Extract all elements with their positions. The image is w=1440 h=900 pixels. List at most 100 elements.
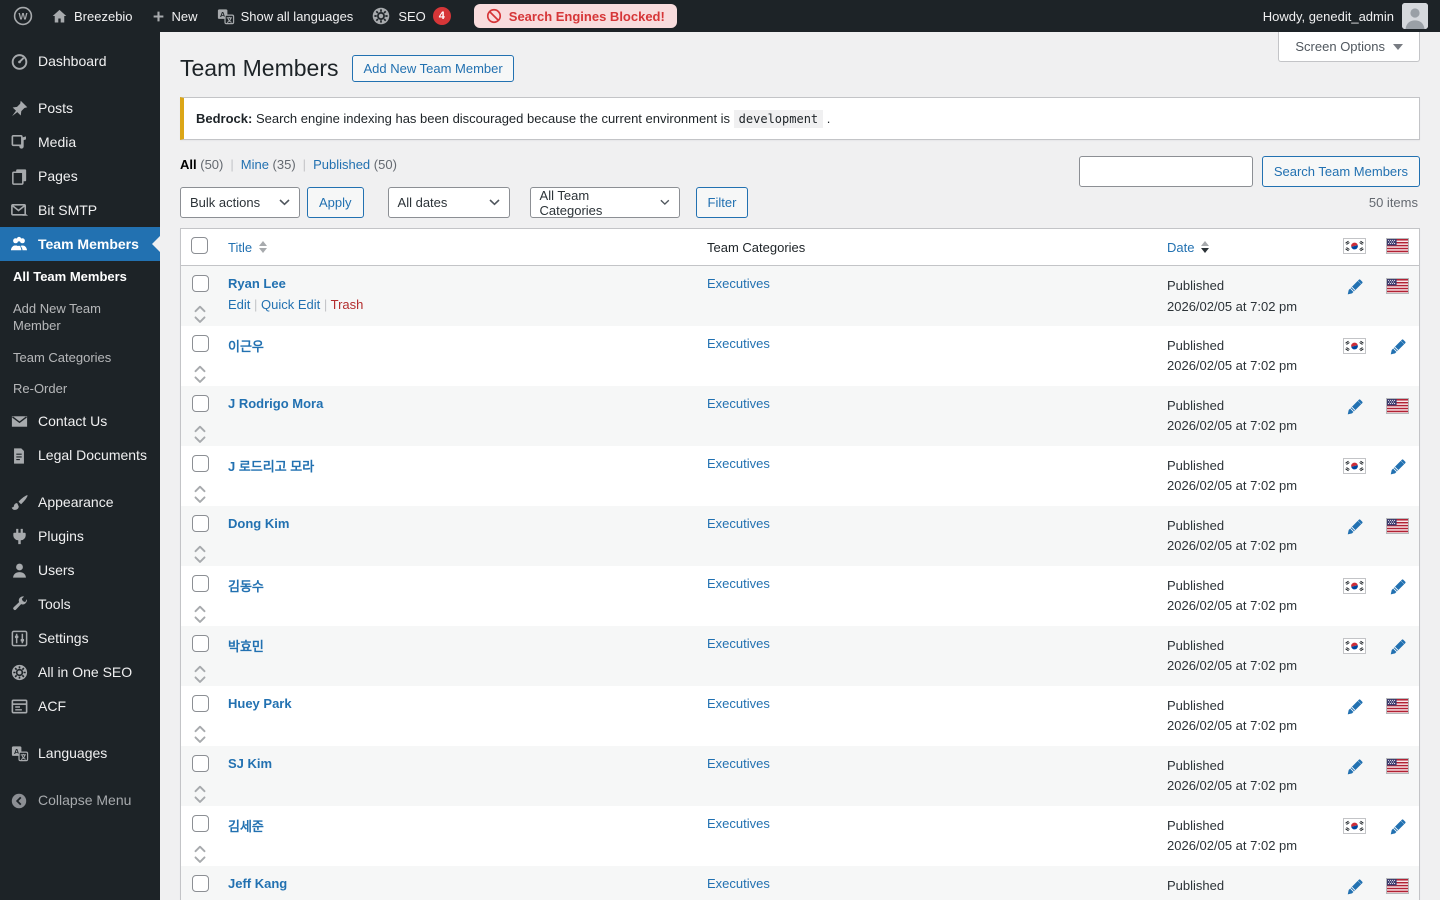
row-checkbox[interactable]: [192, 455, 209, 472]
category-link[interactable]: Executives: [707, 756, 770, 771]
view-published[interactable]: Published: [313, 157, 370, 172]
edit-translation-icon[interactable]: [1345, 398, 1364, 417]
sidebar-item-dashboard[interactable]: Dashboard: [0, 44, 160, 78]
select-all-checkbox[interactable]: [191, 237, 208, 254]
show-all-languages-menu[interactable]: A Show all languages: [207, 0, 363, 32]
row-title-link[interactable]: Huey Park: [228, 696, 292, 711]
screen-options-button[interactable]: Screen Options: [1278, 32, 1420, 62]
reorder-handle[interactable]: [193, 724, 218, 745]
sidebar-item-posts[interactable]: Posts: [0, 91, 160, 125]
sidebar-item-bit-smtp[interactable]: Bit SMTP: [0, 193, 160, 227]
sidebar-item-legal-documents[interactable]: Legal Documents: [0, 439, 160, 473]
add-new-team-member-button[interactable]: Add New Team Member: [352, 55, 513, 82]
filter-button[interactable]: Filter: [696, 187, 749, 218]
row-title-link[interactable]: Dong Kim: [228, 516, 289, 531]
reorder-handle[interactable]: [193, 784, 218, 805]
row-title-link[interactable]: J 로드리고 모라: [228, 459, 314, 474]
sidebar-subitem-re-order[interactable]: Re-Order: [0, 373, 160, 405]
row-checkbox[interactable]: [192, 515, 209, 532]
row-checkbox[interactable]: [192, 695, 209, 712]
seo-menu[interactable]: SEO 4: [362, 0, 459, 32]
edit-translation-icon[interactable]: [1345, 878, 1364, 897]
reorder-handle[interactable]: [193, 844, 218, 865]
row-checkbox[interactable]: [192, 635, 209, 652]
sidebar-subitem-all-team-members[interactable]: All Team Members: [0, 261, 160, 293]
edit-translation-icon[interactable]: [1388, 458, 1407, 477]
row-title-link[interactable]: 박효민: [228, 639, 264, 654]
sidebar-item-acf[interactable]: ACF: [0, 690, 160, 724]
sidebar-item-all-in-one-seo[interactable]: All in One SEO: [0, 656, 160, 690]
team-categories-select[interactable]: All Team Categories: [530, 187, 680, 218]
category-link[interactable]: Executives: [707, 876, 770, 891]
row-checkbox[interactable]: [192, 335, 209, 352]
sidebar-item-pages[interactable]: Pages: [0, 159, 160, 193]
new-content-menu[interactable]: New: [142, 0, 207, 32]
sort-by-date[interactable]: Date: [1167, 240, 1209, 255]
apply-button[interactable]: Apply: [307, 187, 364, 218]
sidebar-item-tools[interactable]: Tools: [0, 588, 160, 622]
row-title-link[interactable]: J Rodrigo Mora: [228, 396, 323, 411]
category-link[interactable]: Executives: [707, 456, 770, 471]
search-input[interactable]: [1079, 156, 1253, 187]
wordpress-logo[interactable]: W: [4, 0, 42, 32]
edit-translation-icon[interactable]: [1388, 818, 1407, 837]
row-title-link[interactable]: SJ Kim: [228, 756, 272, 771]
category-link[interactable]: Executives: [707, 276, 770, 291]
reorder-handle[interactable]: [193, 544, 218, 565]
sidebar-item-collapse-menu[interactable]: Collapse Menu: [0, 784, 160, 818]
row-title-link[interactable]: 김동수: [228, 579, 264, 594]
site-menu[interactable]: Breezebio: [42, 0, 142, 32]
category-link[interactable]: Executives: [707, 816, 770, 831]
row-checkbox[interactable]: [192, 275, 209, 292]
sidebar-item-settings[interactable]: Settings: [0, 622, 160, 656]
row-checkbox[interactable]: [192, 755, 209, 772]
sidebar-item-appearance[interactable]: Appearance: [0, 486, 160, 520]
reorder-handle[interactable]: [193, 604, 218, 625]
search-team-members-button[interactable]: Search Team Members: [1262, 156, 1420, 187]
edit-translation-icon[interactable]: [1345, 518, 1364, 537]
category-link[interactable]: Executives: [707, 636, 770, 651]
bulk-actions-select[interactable]: Bulk actions: [180, 187, 300, 218]
edit-translation-icon[interactable]: [1388, 338, 1407, 357]
sort-by-title[interactable]: Title: [228, 240, 267, 255]
category-link[interactable]: Executives: [707, 396, 770, 411]
reorder-handle[interactable]: [193, 664, 218, 685]
row-checkbox[interactable]: [192, 575, 209, 592]
category-link[interactable]: Executives: [707, 576, 770, 591]
edit-link[interactable]: Edit: [228, 297, 250, 312]
sidebar-item-languages[interactable]: ALanguages: [0, 737, 160, 771]
reorder-handle[interactable]: [193, 304, 218, 325]
my-account-menu[interactable]: Howdy, genedit_admin: [1263, 3, 1440, 29]
edit-translation-icon[interactable]: [1345, 758, 1364, 777]
row-title-link[interactable]: 김세준: [228, 819, 264, 834]
row-checkbox[interactable]: [192, 395, 209, 412]
row-title-link[interactable]: Jeff Kang: [228, 876, 287, 891]
sidebar-item-plugins[interactable]: Plugins: [0, 520, 160, 554]
sidebar-item-users[interactable]: Users: [0, 554, 160, 588]
quick-edit-link[interactable]: Quick Edit: [261, 297, 320, 312]
sidebar-item-media[interactable]: Media: [0, 125, 160, 159]
sidebar-subitem-add-new-team-member[interactable]: Add New Team Member: [0, 293, 160, 342]
row-title-link[interactable]: 이근우: [228, 339, 264, 354]
category-link[interactable]: Executives: [707, 696, 770, 711]
trash-link[interactable]: Trash: [331, 297, 364, 312]
sidebar-subitem-team-categories[interactable]: Team Categories: [0, 342, 160, 374]
view-all[interactable]: All: [180, 157, 197, 172]
dates-select[interactable]: All dates: [388, 187, 510, 218]
row-checkbox[interactable]: [192, 875, 209, 892]
edit-translation-icon[interactable]: [1345, 698, 1364, 717]
row-checkbox[interactable]: [192, 815, 209, 832]
edit-translation-icon[interactable]: [1388, 578, 1407, 597]
search-engines-blocked-button[interactable]: Search Engines Blocked!: [474, 4, 677, 28]
category-link[interactable]: Executives: [707, 336, 770, 351]
edit-translation-icon[interactable]: [1345, 278, 1364, 297]
row-title-link[interactable]: Ryan Lee: [228, 276, 286, 291]
category-link[interactable]: Executives: [707, 516, 770, 531]
view-mine[interactable]: Mine: [241, 157, 269, 172]
edit-translation-icon[interactable]: [1388, 638, 1407, 657]
reorder-handle[interactable]: [193, 364, 218, 385]
sidebar-item-contact-us[interactable]: Contact Us: [0, 405, 160, 439]
reorder-handle[interactable]: [193, 484, 218, 505]
sidebar-item-team-members[interactable]: Team Members: [0, 227, 160, 261]
reorder-handle[interactable]: [193, 424, 218, 445]
